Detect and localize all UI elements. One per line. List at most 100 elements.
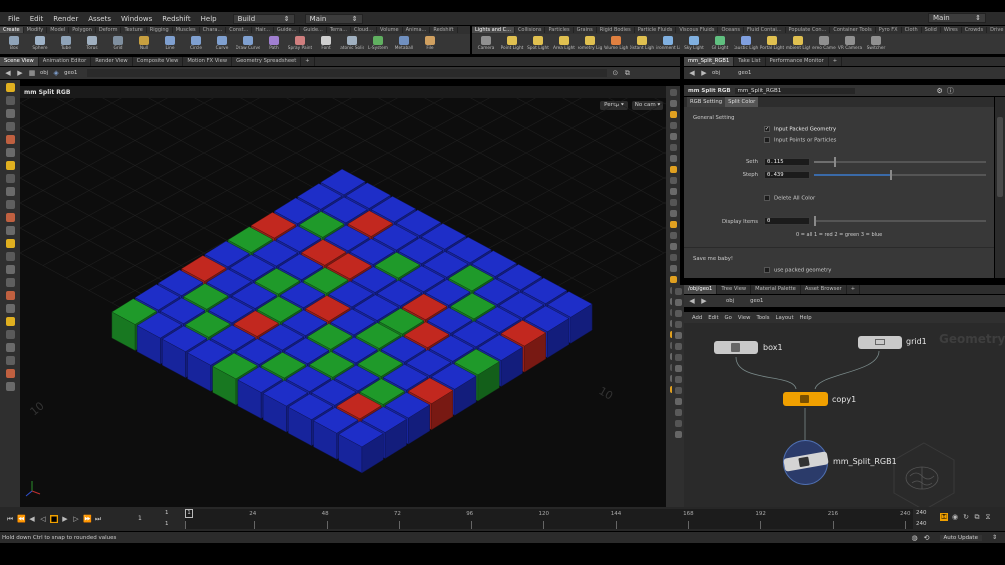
input-packed-toggle[interactable]: ✓ Input Packed Geometry [764, 126, 836, 133]
shelf_left-tab-10[interactable]: Hair... [252, 27, 274, 33]
param-scrollbar[interactable] [995, 97, 1005, 278]
tool-icon[interactable] [669, 166, 677, 173]
shelf_right-tool-vr-camera[interactable]: VR Camera [838, 36, 862, 51]
menu-windows[interactable]: Windows [121, 15, 152, 23]
link-icon[interactable]: ⧉ [623, 69, 631, 77]
tool-icon[interactable] [669, 122, 677, 129]
help-icon[interactable]: ⓘ [947, 86, 954, 96]
node-copy1[interactable] [783, 392, 828, 406]
shelf_left-tool-torus[interactable]: Torus [80, 36, 104, 51]
shelf_left-tab-13[interactable]: Terra... [327, 27, 351, 33]
shelf_left-tab-12[interactable]: Guide... [300, 27, 327, 33]
network-editor[interactable]: Geometry box1 grid1 copy1 mm_Split_RGB1 [684, 323, 1005, 507]
shelf_left-tab-16[interactable]: Anima... [403, 27, 431, 33]
tool-icon[interactable] [5, 317, 15, 326]
shelf_left-tab-8[interactable]: Chara... [200, 27, 227, 33]
tool-icon[interactable] [669, 243, 677, 250]
menu-help[interactable]: Help [201, 15, 217, 23]
checkbox-icon[interactable] [764, 267, 770, 273]
net-menu-layout[interactable]: Layout [776, 315, 794, 321]
shelf_right-tab-14[interactable]: Wires [941, 27, 962, 33]
step-back-key-icon[interactable]: ⏪ [17, 515, 26, 523]
shelf_right-tab-15[interactable]: Crowds [962, 27, 988, 33]
tool-icon[interactable] [674, 365, 682, 372]
tool-icon[interactable] [669, 89, 677, 96]
forward-icon[interactable]: ▶ [700, 69, 708, 77]
tab-tree-view[interactable]: Tree View [717, 285, 752, 294]
tool-icon[interactable] [669, 232, 677, 239]
menu-render[interactable]: Render [53, 15, 78, 23]
tool-icon[interactable] [5, 278, 15, 287]
tool-icon[interactable] [674, 332, 682, 339]
shelf_left-tab-17[interactable]: Redshift [430, 27, 458, 33]
path-root[interactable]: obj [40, 70, 48, 76]
realtime-icon[interactable]: ⧖ [984, 513, 992, 521]
tool-icon[interactable] [674, 398, 682, 405]
node-name-field[interactable]: mm_Split_RGB1 [734, 87, 855, 94]
display-items-handle[interactable] [814, 216, 816, 226]
param-scrollbar-thumb[interactable] [997, 117, 1003, 197]
shelf_right-tool-sky-light[interactable]: Sky Light [682, 36, 706, 51]
tab-composite-view[interactable]: Composite View [133, 57, 184, 66]
tool-icon[interactable] [5, 187, 15, 196]
forward-icon[interactable]: ▶ [700, 297, 708, 305]
shelf_right-tab-1[interactable]: Collisions [515, 27, 546, 33]
menu-redshift[interactable]: Redshift [162, 15, 190, 23]
end-frame-a[interactable]: 240 [916, 510, 927, 516]
tool-icon[interactable] [5, 109, 15, 118]
shelf_right-tab-7[interactable]: Oceans [718, 27, 745, 33]
tool-icon[interactable] [674, 310, 682, 317]
shelf_left-tool-curve[interactable]: Curve [210, 36, 234, 51]
start-frame-a[interactable]: 1 [165, 510, 169, 516]
main-dropdown[interactable]: Main ⇕ [304, 13, 363, 24]
loop-icon[interactable]: ↻ [962, 513, 970, 521]
tool-icon[interactable] [674, 288, 682, 295]
shelf_right-tab-6[interactable]: Viscous Fluids [676, 27, 719, 33]
add-tab-icon[interactable]: + [301, 57, 315, 66]
shelf_right-tool-switcher[interactable]: Switcher [864, 36, 888, 51]
shelf_left-tool-file[interactable]: File [418, 36, 442, 51]
menu-file[interactable]: File [8, 15, 20, 23]
shelf_left-tab-6[interactable]: Rigging [147, 27, 173, 33]
tool-icon[interactable] [674, 409, 682, 416]
update-chevron-icon[interactable]: ⇕ [992, 534, 997, 541]
shelf_left-tab-0[interactable]: Create [0, 27, 24, 33]
tool-icon[interactable] [669, 199, 677, 206]
tool-icon[interactable] [5, 369, 15, 378]
pin-icon[interactable]: ⊙ [611, 69, 619, 77]
tab-performance-monitor[interactable]: Performance Monitor [766, 57, 829, 66]
checkbox-checked-icon[interactable]: ✓ [764, 126, 770, 132]
auto-update[interactable]: Auto Update [939, 534, 982, 541]
tab-motion-fx-view[interactable]: Motion FX View [183, 57, 233, 66]
tool-icon[interactable] [669, 221, 677, 228]
timeline-track[interactable]: 1 24 48 72 96 120 144 168 192 216 240 [185, 509, 913, 529]
shelf_right-tool-gi-light[interactable]: GI Light [708, 36, 732, 51]
shelf_left-tab-14[interactable]: Cloud... [351, 27, 378, 33]
shelf_left-tab-9[interactable]: Const... [226, 27, 253, 33]
shelf_left-tool-metaball[interactable]: Metaball [392, 36, 416, 51]
param-path-root[interactable]: obj [712, 70, 720, 76]
shelf_right-tool-ambient-light[interactable]: Ambient Light [786, 36, 810, 51]
input-points-toggle[interactable]: Input Points or Particles [764, 137, 836, 144]
menu-edit[interactable]: Edit [30, 15, 44, 23]
back-icon[interactable]: ◀ [4, 69, 12, 77]
start-frame-b[interactable]: 1 [165, 521, 169, 527]
tool-icon[interactable] [5, 135, 15, 144]
scope-icon[interactable]: ◉ [951, 513, 959, 521]
tab-take-list[interactable]: Take List [734, 57, 766, 66]
step-back-icon[interactable]: ◀ [28, 515, 36, 523]
tool-icon[interactable] [669, 188, 677, 195]
shelf_left-tab-7[interactable]: Muscles [173, 27, 200, 33]
forward-icon[interactable]: ▶ [16, 69, 24, 77]
tab-param[interactable]: mm_Split_RGB1 [684, 57, 735, 66]
steph-slider-handle[interactable] [889, 170, 892, 180]
tool-icon[interactable] [5, 148, 15, 157]
display-items-slider[interactable] [814, 216, 986, 226]
shelf_left-tab-1[interactable]: Modify [24, 27, 48, 33]
shelf_right-tab-16[interactable]: Drive Simula... [987, 27, 1005, 33]
seth-field[interactable]: 0.115 [764, 158, 810, 166]
net-menu-help[interactable]: Help [800, 315, 812, 321]
checkbox-icon[interactable] [764, 195, 770, 201]
shelf_right-tool-point-light[interactable]: Point Light [500, 36, 524, 51]
shelf_left-tool-sphere[interactable]: Sphere [28, 36, 52, 51]
